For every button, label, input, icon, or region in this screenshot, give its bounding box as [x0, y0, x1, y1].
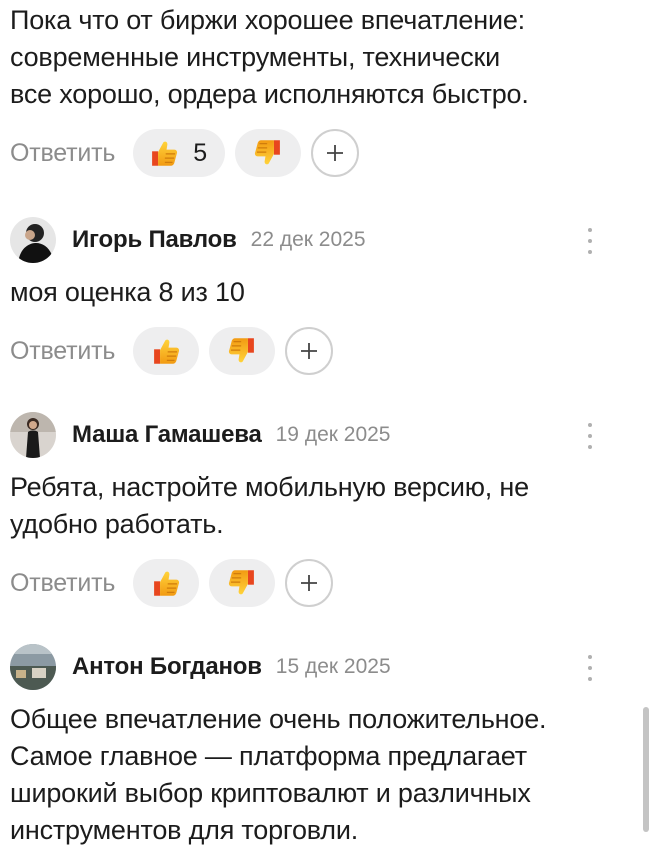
- thumbs-down-icon: [225, 334, 259, 368]
- comment-text: Пока что от биржи хорошее впечатление: с…: [10, 2, 637, 113]
- comment-text-line: Самое главное — платформа предлагает: [10, 741, 527, 771]
- author-name[interactable]: Игорь Павлов: [72, 226, 237, 254]
- comment-text-line: Ребята, настройте мобильную версию, не: [10, 472, 529, 502]
- like-count: 5: [193, 138, 208, 167]
- comment-text-line: Пока что от биржи хорошее впечатление:: [10, 5, 525, 35]
- comment-text-line: Общее впечатление очень положительное.: [10, 704, 547, 734]
- like-button[interactable]: [133, 559, 200, 607]
- thumbs-up-icon: [149, 566, 183, 600]
- comment-text-line: современные инструменты, технически: [10, 42, 501, 72]
- reply-button[interactable]: Ответить: [10, 337, 115, 366]
- more-vertical-icon[interactable]: [587, 423, 593, 449]
- comment-text-line: широкий выбор криптовалют и различных: [10, 778, 531, 808]
- like-button[interactable]: 5: [133, 129, 226, 177]
- comment-text-line: моя оценка 8 из 10: [10, 277, 245, 307]
- add-reaction-button[interactable]: [285, 559, 334, 607]
- plus-icon: [297, 339, 321, 363]
- comment-text: Ребята, настройте мобильную версию, не у…: [10, 469, 637, 543]
- comment-2: Маша Гамашева 19 дек 2025 Ребята, настро…: [10, 409, 637, 609]
- comment-1: Игорь Павлов 22 дек 2025 моя оценка 8 из…: [10, 214, 637, 377]
- comment-text: моя оценка 8 из 10: [10, 274, 637, 311]
- thumbs-down-icon: [225, 566, 259, 600]
- thumbs-up-icon: [149, 334, 183, 368]
- avatar[interactable]: [10, 412, 56, 458]
- comment-header: Маша Гамашева 19 дек 2025: [10, 409, 637, 461]
- comment-text-line: удобно работать.: [10, 509, 224, 539]
- plus-icon: [323, 141, 347, 165]
- comment-date: 19 дек 2025: [275, 423, 391, 446]
- author-name[interactable]: Антон Богданов: [72, 653, 262, 681]
- comment-actions: Ответить 5: [10, 127, 637, 179]
- comment-text: Общее впечатление очень положительное. С…: [10, 701, 637, 849]
- comment-date: 22 дек 2025: [250, 228, 366, 251]
- comment-header: Игорь Павлов 22 дек 2025: [10, 214, 637, 266]
- avatar[interactable]: [10, 217, 56, 263]
- scrollbar[interactable]: [643, 707, 649, 832]
- avatar[interactable]: [10, 644, 56, 690]
- more-vertical-icon[interactable]: [587, 228, 593, 254]
- like-button[interactable]: [133, 327, 200, 375]
- author-name[interactable]: Маша Гамашева: [72, 421, 262, 449]
- dislike-button[interactable]: [209, 559, 276, 607]
- thumbs-up-icon: [147, 136, 181, 170]
- reply-button[interactable]: Ответить: [10, 139, 115, 168]
- thumbs-down-icon: [251, 136, 285, 170]
- dislike-button[interactable]: [209, 327, 276, 375]
- comment-3: Антон Богданов 15 дек 2025 Общее впечатл…: [10, 641, 637, 849]
- plus-icon: [297, 571, 321, 595]
- comment-actions: Ответить: [10, 557, 637, 609]
- comment-actions: Ответить: [10, 325, 637, 377]
- comment-date: 15 дек 2025: [275, 655, 391, 678]
- dislike-button[interactable]: [235, 129, 302, 177]
- comment-0: Пока что от биржи хорошее впечатление: с…: [10, 2, 637, 179]
- more-vertical-icon[interactable]: [587, 655, 593, 681]
- reply-button[interactable]: Ответить: [10, 569, 115, 598]
- comment-text-line: все хорошо, ордера исполняются быстро.: [10, 79, 529, 109]
- add-reaction-button[interactable]: [311, 129, 360, 177]
- comment-header: Антон Богданов 15 дек 2025: [10, 641, 637, 693]
- add-reaction-button[interactable]: [285, 327, 334, 375]
- comment-text-line: инструментов для торговли.: [10, 815, 359, 845]
